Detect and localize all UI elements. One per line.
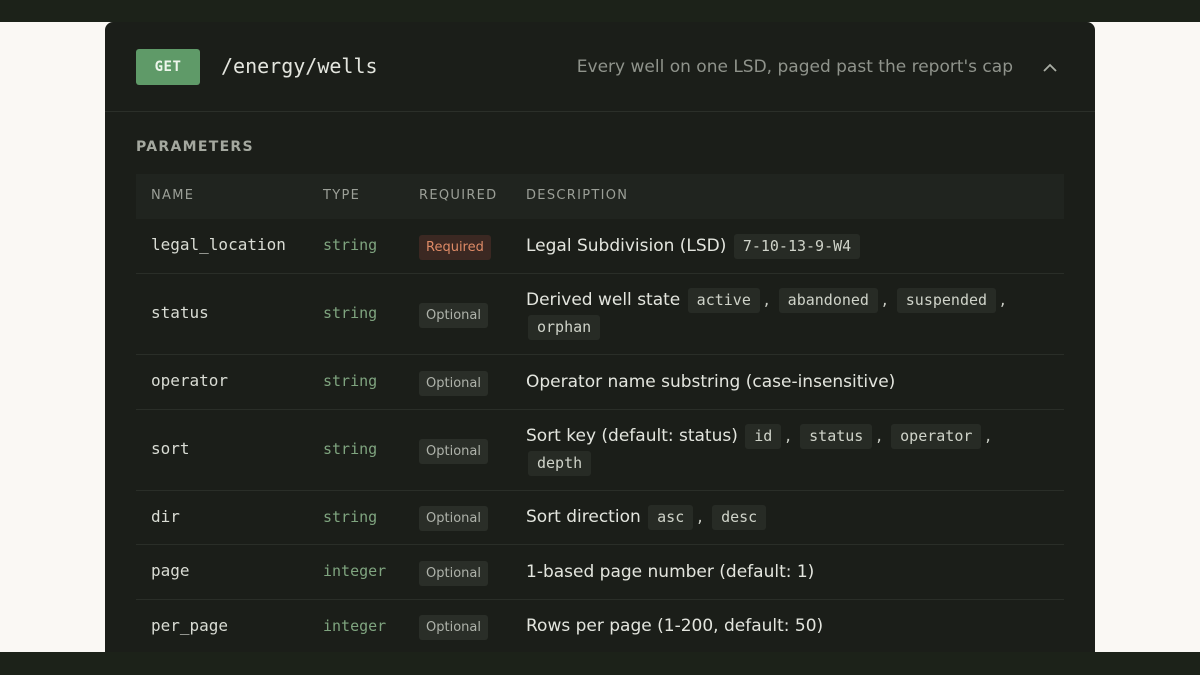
endpoint-header[interactable]: GET /energy/wells Every well on one LSD,… [105, 22, 1095, 112]
column-header-name: NAME [151, 188, 195, 203]
example-value-chip: id [745, 424, 782, 449]
column-header-type: TYPE [323, 188, 361, 203]
table-row: dir string Optional Sort direction asc, des… [136, 491, 1064, 545]
example-separator: , [697, 507, 703, 527]
required-badge: Required [419, 234, 491, 260]
param-description: 1-based page number (default: 1) [526, 559, 1056, 586]
endpoint-summary: Every well on one LSD, paged past the re… [576, 57, 1013, 77]
column-header-required: REQUIRED [419, 188, 498, 203]
table-header: NAME TYPE REQUIRED DESCRIPTION [136, 174, 1064, 219]
param-type: string [323, 304, 378, 322]
chevron-up-icon [1043, 63, 1057, 72]
param-description: Legal Subdivision (LSD) 7-10-13-9-W4 [526, 233, 1056, 260]
param-description-text: Operator name substring (case-insensitiv… [526, 371, 896, 392]
param-name: sort [151, 439, 190, 458]
example-separator: , [881, 290, 888, 310]
example-value-chip: 7-10-13-9-W4 [733, 233, 861, 259]
param-type: integer [323, 562, 387, 580]
endpoint-card: GET /energy/wells Every well on one LSD,… [105, 22, 1095, 652]
optional-badge: Optional [419, 560, 488, 586]
example-value-chip: status [800, 424, 873, 449]
param-description-text: Rows per page (1-200, default: 50) [526, 616, 824, 636]
example-separator: , [985, 426, 991, 446]
param-type: string [323, 440, 378, 458]
table-row: operator string Optional Operator name subs… [136, 355, 1064, 410]
param-description-text: Sort key (default: status) [526, 426, 738, 446]
column-header-description: DESCRIPTION [526, 188, 629, 203]
table-body: legal_location string Required Legal Subdiv… [136, 219, 1064, 652]
param-description-text: Legal Subdivision (LSD) [526, 235, 727, 256]
collapse-toggle-button[interactable] [1035, 52, 1065, 82]
example-value-chip: asc [648, 505, 694, 530]
example-value-chip: desc [712, 505, 767, 530]
param-name: per_page [151, 615, 229, 635]
param-name: page [151, 561, 190, 580]
table-row: sort string Optional Sort key (default: sta… [136, 410, 1064, 491]
param-name: legal_location [151, 235, 286, 254]
param-description-text: Derived well state [526, 290, 681, 310]
example-separator: , [785, 426, 791, 446]
optional-badge: Optional [419, 370, 488, 396]
method-badge: GET [136, 49, 200, 85]
endpoint-path: /energy/wells [221, 54, 378, 78]
param-description-text: 1-based page number (default: 1) [526, 561, 815, 582]
param-type: string [323, 372, 378, 390]
table-row: status string Optional Derived well state a… [136, 274, 1064, 355]
parameters-section-title: PARAMETERS [136, 139, 254, 155]
top-bar [0, 0, 1200, 22]
param-type: string [323, 236, 378, 254]
optional-badge: Optional [419, 438, 488, 464]
param-description-text: Sort direction [526, 507, 641, 527]
example-separator: , [1000, 290, 1006, 310]
optional-badge: Optional [419, 506, 488, 531]
table-row: per_page integer Optional Rows per page (1-… [136, 600, 1064, 652]
example-value-chip: depth [528, 451, 592, 476]
param-name: status [151, 303, 209, 322]
table-row: legal_location string Required Legal Subdiv… [136, 219, 1064, 274]
table-row: page integer Optional 1-based page number (… [136, 545, 1064, 600]
param-description: Operator name substring (case-insensitiv… [526, 369, 1056, 396]
param-description: Rows per page (1-200, default: 50) [526, 613, 1056, 640]
example-separator: , [876, 426, 882, 446]
example-value-chip: abandoned [778, 288, 878, 313]
optional-badge: Optional [419, 615, 488, 640]
example-value-chip: suspended [896, 288, 997, 313]
example-value-chip: orphan [528, 315, 601, 340]
param-description: Derived well state active, abandoned, su… [526, 287, 1056, 341]
example-value-chip: operator [891, 424, 982, 449]
param-name: dir [151, 506, 180, 526]
bottom-bar [0, 652, 1200, 675]
parameters-table: NAME TYPE REQUIRED DESCRIPTION legal_loc… [136, 174, 1064, 652]
example-value-chip: active [687, 288, 760, 313]
param-description: Sort key (default: status) id, status, o… [526, 423, 1056, 477]
param-name: operator [151, 371, 229, 390]
param-type: integer [323, 616, 387, 635]
param-type: string [323, 507, 378, 526]
optional-badge: Optional [419, 302, 488, 328]
example-separator: , [763, 290, 770, 310]
param-description: Sort direction asc, desc [526, 504, 1056, 531]
